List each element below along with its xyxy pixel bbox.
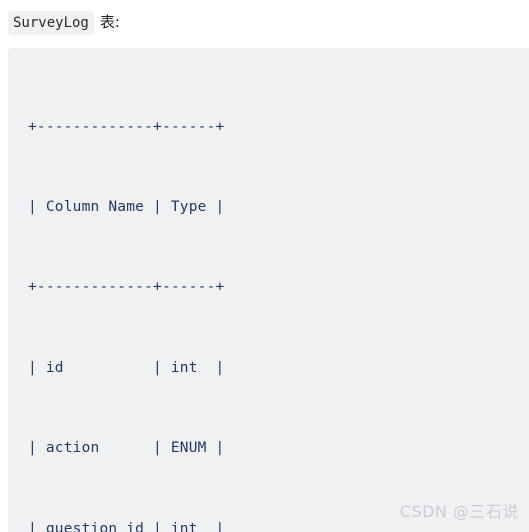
page-title: SurveyLog 表: xyxy=(8,11,120,35)
ascii-table-row: | Column Name | Type | xyxy=(28,198,225,215)
ascii-table-row: | id | int | xyxy=(28,359,225,376)
ascii-table-row: | action | ENUM | xyxy=(28,440,225,457)
ascii-schema-table: +-------------+------+ | Column Name | T… xyxy=(28,60,529,532)
csdn-watermark: CSDN @三石说 xyxy=(399,502,519,521)
table-name-code-badge: SurveyLog xyxy=(8,11,94,35)
ascii-table-row: +-------------+------+ xyxy=(28,118,225,135)
schema-code-block: +-------------+------+ | Column Name | T… xyxy=(8,48,529,532)
ascii-table-row: +-------------+------+ xyxy=(28,279,225,296)
page-title-suffix: 表: xyxy=(99,13,120,31)
